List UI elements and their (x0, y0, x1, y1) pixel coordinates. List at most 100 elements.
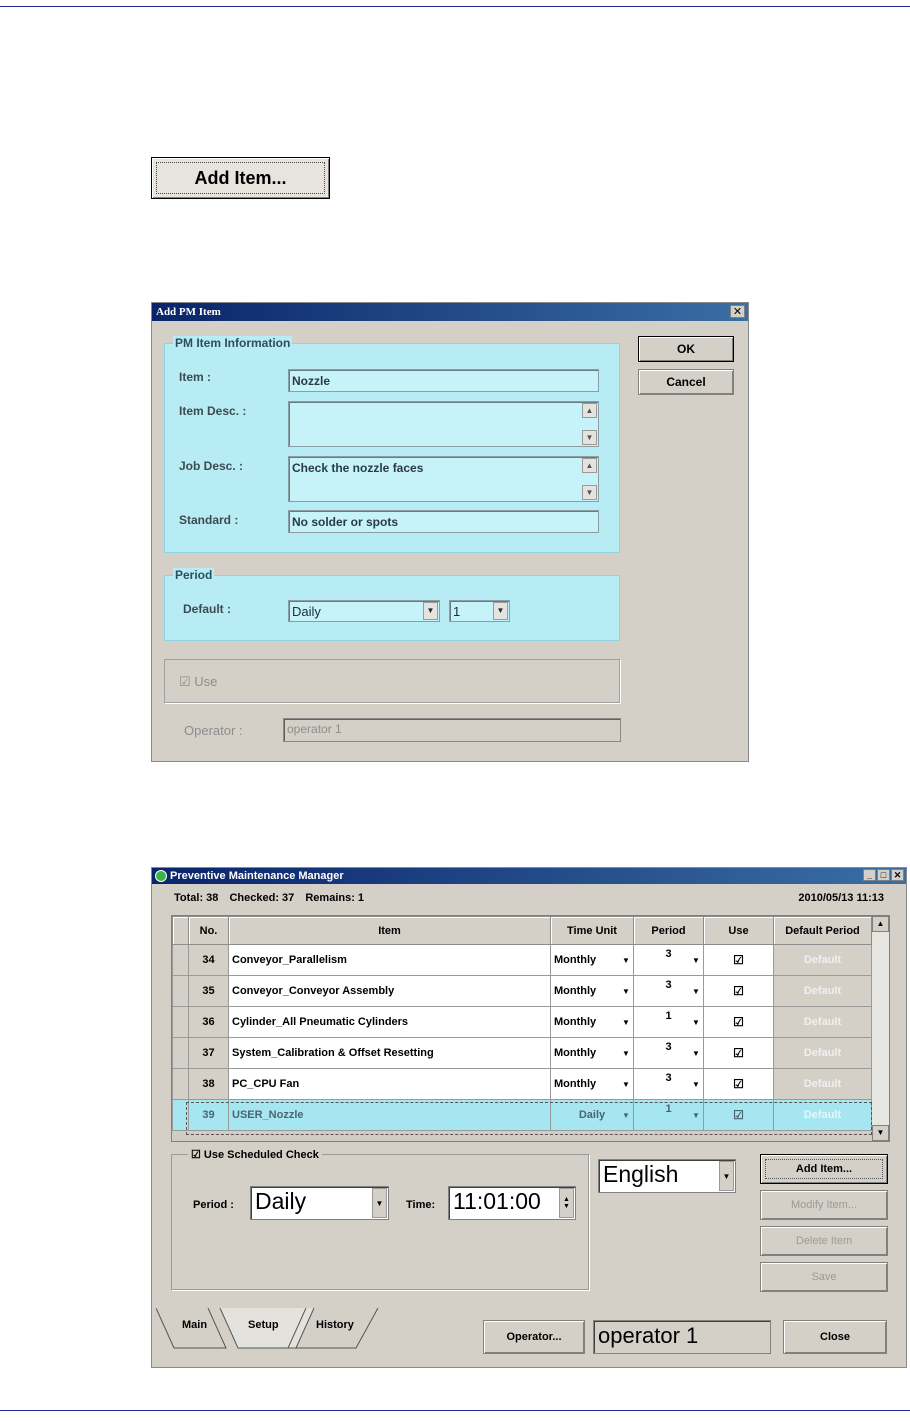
add-item-button[interactable]: Add Item... (760, 1154, 888, 1184)
row-header[interactable] (172, 1099, 189, 1131)
row-use-checkbox[interactable]: ☑ (703, 975, 774, 1007)
row-use-checkbox[interactable]: ☑ (703, 1068, 774, 1100)
scroll-down-icon[interactable]: ▼ (872, 1125, 889, 1141)
modify-item-button[interactable]: Modify Item... (760, 1190, 888, 1220)
cancel-button[interactable]: Cancel (638, 369, 734, 395)
chevron-down-icon[interactable]: ▼ (619, 976, 633, 1006)
chevron-down-icon[interactable]: ▼ (689, 1100, 703, 1130)
chevron-down-icon[interactable]: ▼ (689, 976, 703, 1006)
row-period[interactable]: 3 ▼ (633, 944, 704, 976)
table-row[interactable]: 37 System_Calibration & Offset Resetting… (172, 1037, 872, 1069)
grid-scrollbar[interactable]: ▲ ▼ (872, 916, 889, 1141)
scroll-down-icon[interactable]: ▼ (582, 430, 597, 445)
chevron-down-icon[interactable]: ▼ (619, 1038, 633, 1068)
item-desc-field[interactable] (288, 401, 599, 447)
col-period[interactable]: Period (633, 916, 704, 945)
table-row[interactable]: 38 PC_CPU Fan Monthly ▼ 3 ▼ ☑ Default (172, 1068, 872, 1100)
period-count-select[interactable]: 1 ▼ (449, 600, 510, 622)
close-icon[interactable]: ✕ (891, 869, 904, 881)
tab-main[interactable]: Main (182, 1319, 207, 1331)
col-use[interactable]: Use (703, 916, 774, 945)
chevron-down-icon[interactable]: ▼ (689, 1038, 703, 1068)
chevron-down-icon[interactable]: ▼ (619, 1069, 633, 1099)
row-period[interactable]: 1 ▼ (633, 1006, 704, 1038)
tab-setup[interactable]: Setup (248, 1319, 279, 1331)
row-header[interactable] (172, 1006, 189, 1038)
use-scheduled-check-checkbox[interactable]: ☑ Use Scheduled Check (188, 1148, 322, 1161)
period-unit-select[interactable]: Daily ▼ (288, 600, 440, 622)
save-button[interactable]: Save (760, 1262, 888, 1292)
row-item[interactable]: USER_Nozzle (228, 1099, 551, 1131)
close-button[interactable]: Close (783, 1320, 887, 1354)
row-time-unit[interactable]: Monthly ▼ (550, 1068, 634, 1100)
row-period[interactable]: 3 ▼ (633, 1068, 704, 1100)
row-default-button[interactable]: Default (773, 1006, 872, 1038)
row-header[interactable] (172, 944, 189, 976)
row-use-checkbox[interactable]: ☑ (703, 1006, 774, 1038)
row-header[interactable] (172, 1068, 189, 1100)
add-item-button-standalone[interactable]: Add Item... (151, 157, 330, 199)
row-default-button[interactable]: Default (773, 1037, 872, 1069)
item-field[interactable]: Nozzle (288, 369, 599, 392)
col-time-unit[interactable]: Time Unit (550, 916, 634, 945)
table-row-selected[interactable]: 39 USER_Nozzle Daily ▼ 1 ▼ ☑ Default (172, 1099, 872, 1131)
row-default-button[interactable]: Default (773, 944, 872, 976)
row-header[interactable] (172, 975, 189, 1007)
spinner-icon[interactable]: ▲ ▼ (559, 1188, 574, 1218)
maximize-icon[interactable]: □ (877, 869, 890, 881)
item-desc-scrollbar[interactable]: ▲ ▼ (582, 403, 597, 445)
close-icon[interactable]: ✕ (730, 305, 745, 318)
row-use-checkbox[interactable]: ☑ (703, 944, 774, 976)
row-period[interactable]: 3 ▼ (633, 1037, 704, 1069)
ok-button[interactable]: OK (638, 336, 734, 362)
row-period[interactable]: 1 ▼ (633, 1099, 704, 1131)
sched-period-select[interactable]: Daily ▼ (250, 1186, 389, 1220)
chevron-down-icon[interactable]: ▼ (423, 602, 438, 620)
delete-item-button[interactable]: Delete Item (760, 1226, 888, 1256)
row-use-checkbox[interactable]: ☑ (703, 1099, 774, 1131)
sched-time-input[interactable]: 11:01:00 ▲ ▼ (448, 1186, 576, 1220)
row-default-button[interactable]: Default (773, 975, 872, 1007)
row-period[interactable]: 3 ▼ (633, 975, 704, 1007)
scroll-up-icon[interactable]: ▲ (872, 916, 889, 932)
row-use-checkbox[interactable]: ☑ (703, 1037, 774, 1069)
chevron-down-icon[interactable]: ▼ (689, 1007, 703, 1037)
scroll-down-icon[interactable]: ▼ (582, 485, 597, 500)
operator-button[interactable]: Operator... (483, 1320, 585, 1354)
row-time-unit[interactable]: Daily ▼ (550, 1099, 634, 1131)
row-time-unit[interactable]: Monthly ▼ (550, 944, 634, 976)
chevron-down-icon[interactable]: ▼ (719, 1161, 734, 1191)
row-item[interactable]: Conveyor_Conveyor Assembly (228, 975, 551, 1007)
col-item[interactable]: Item (228, 916, 551, 945)
chevron-down-icon[interactable]: ▼ (372, 1188, 387, 1218)
job-desc-scrollbar[interactable]: ▲ ▼ (582, 458, 597, 500)
row-default-button[interactable]: Default (773, 1068, 872, 1100)
chevron-down-icon[interactable]: ▼ (619, 1100, 633, 1130)
row-header[interactable] (172, 1037, 189, 1069)
tab-history[interactable]: History (316, 1319, 354, 1331)
language-select[interactable]: English ▼ (598, 1159, 736, 1193)
scroll-up-icon[interactable]: ▲ (582, 458, 597, 473)
standard-field[interactable]: No solder or spots (288, 510, 599, 533)
table-row[interactable]: 34 Conveyor_Parallelism Monthly ▼ 3 ▼ ☑ De… (172, 944, 872, 976)
minimize-icon[interactable]: _ (863, 869, 876, 881)
row-time-unit[interactable]: Monthly ▼ (550, 975, 634, 1007)
chevron-down-icon[interactable]: ▼ (689, 1069, 703, 1099)
chevron-down-icon[interactable]: ▼ (619, 1007, 633, 1037)
job-desc-field[interactable]: Check the nozzle faces (288, 456, 599, 502)
table-row[interactable]: 35 Conveyor_Conveyor Assembly Monthly ▼ 3… (172, 975, 872, 1007)
row-item[interactable]: Conveyor_Parallelism (228, 944, 551, 976)
col-no[interactable]: No. (188, 916, 229, 945)
scroll-up-icon[interactable]: ▲ (582, 403, 597, 418)
row-item[interactable]: System_Calibration & Offset Resetting (228, 1037, 551, 1069)
chevron-down-icon[interactable]: ▼ (619, 945, 633, 975)
use-checkbox[interactable]: ☑ Use (179, 674, 217, 690)
table-row[interactable]: 36 Cylinder_All Pneumatic Cylinders Mont… (172, 1006, 872, 1038)
row-item[interactable]: PC_CPU Fan (228, 1068, 551, 1100)
row-time-unit[interactable]: Monthly ▼ (550, 1006, 634, 1038)
row-time-unit[interactable]: Monthly ▼ (550, 1037, 634, 1069)
row-default-button[interactable]: Default (773, 1099, 872, 1131)
row-item[interactable]: Cylinder_All Pneumatic Cylinders (228, 1006, 551, 1038)
chevron-down-icon[interactable]: ▼ (689, 945, 703, 975)
col-default-period[interactable]: Default Period (773, 916, 872, 945)
